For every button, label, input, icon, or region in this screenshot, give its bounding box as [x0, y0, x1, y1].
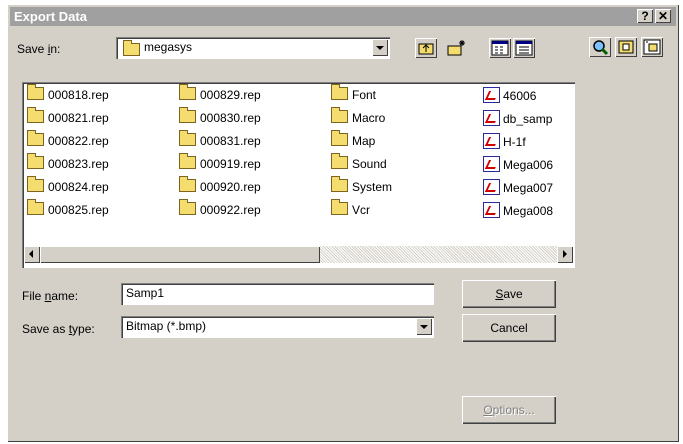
report-file-icon	[483, 202, 500, 218]
list-item[interactable]: 000922.rep	[179, 199, 261, 220]
list-view-button[interactable]	[489, 38, 511, 58]
folder-icon	[331, 130, 348, 146]
folder-icon	[331, 107, 348, 123]
list-item[interactable]: 000919.rep	[179, 153, 261, 174]
details-view-icon	[515, 40, 533, 56]
folder-icon	[27, 176, 44, 192]
report-file-icon	[483, 133, 500, 149]
scrollbar-thumb[interactable]	[40, 246, 320, 263]
list-item[interactable]: 000830.rep	[179, 107, 261, 128]
list-item[interactable]: 000818.rep	[27, 84, 109, 105]
title-bar[interactable]: Export Data ? ✕	[10, 7, 676, 26]
save-button[interactable]: Save	[462, 280, 556, 308]
save-in-combobox[interactable]: megasys	[116, 37, 390, 59]
up-one-level-button[interactable]	[415, 38, 437, 58]
list-item[interactable]: Macro	[331, 107, 385, 128]
scroll-right-arrow-icon[interactable]	[557, 246, 573, 263]
close-button[interactable]: ✕	[655, 9, 671, 23]
file-list[interactable]: 000818.rep 000821.rep 000822.rep 000823.…	[22, 82, 575, 268]
list-item[interactable]: 000831.rep	[179, 130, 261, 151]
list-item[interactable]: System	[331, 176, 392, 197]
cancel-button[interactable]: Cancel	[462, 314, 556, 342]
properties-button[interactable]	[641, 37, 663, 57]
properties-icon	[643, 39, 661, 55]
export-data-dialog: Export Data ? ✕ Save in: megasys 000818.…	[7, 4, 679, 442]
list-view-icon	[491, 40, 509, 56]
folder-icon	[179, 130, 196, 146]
folder-icon	[179, 107, 196, 123]
scroll-left-arrow-icon[interactable]	[24, 246, 40, 263]
folder-icon	[27, 153, 44, 169]
folder-icon	[179, 199, 196, 215]
report-file-icon	[483, 179, 500, 195]
folder-icon	[179, 153, 196, 169]
folder-icon	[27, 199, 44, 215]
list-item[interactable]: 000823.rep	[27, 153, 109, 174]
list-item[interactable]: 000829.rep	[179, 84, 261, 105]
chevron-down-icon[interactable]	[372, 39, 388, 56]
save-as-type-label: Save as type:	[22, 322, 95, 336]
list-item[interactable]: 000825.rep	[27, 199, 109, 220]
report-file-icon	[483, 110, 500, 126]
new-folder-icon	[447, 40, 465, 56]
list-item[interactable]: 46006	[483, 87, 536, 105]
list-item[interactable]: Mega007	[483, 179, 553, 197]
list-item[interactable]: Mega008	[483, 202, 553, 220]
list-item[interactable]: Sound	[331, 153, 387, 174]
folder-icon	[331, 199, 348, 215]
list-item[interactable]: 000821.rep	[27, 107, 109, 128]
help-button[interactable]: ?	[637, 9, 653, 23]
file-name-field[interactable]: Samp1	[121, 283, 434, 305]
folder-icon	[123, 40, 140, 56]
window-title: Export Data	[14, 9, 87, 24]
save-in-label: Save in:	[17, 42, 61, 56]
folder-icon	[331, 84, 348, 100]
horizontal-scrollbar[interactable]	[24, 246, 573, 263]
list-item[interactable]: Mega006	[483, 156, 553, 174]
report-file-icon	[483, 156, 500, 172]
create-new-folder-button[interactable]	[445, 38, 467, 58]
folder-icon	[27, 130, 44, 146]
folder-icon	[179, 176, 196, 192]
save-as-type-select[interactable]: Bitmap (*.bmp)	[121, 316, 434, 338]
save-as-type-value: Bitmap (*.bmp)	[126, 319, 207, 333]
list-item[interactable]: H-1f	[483, 133, 526, 151]
folder-icon	[179, 84, 196, 100]
preview-icon	[618, 40, 634, 54]
find-button[interactable]	[589, 37, 611, 57]
report-file-icon	[483, 87, 500, 103]
up-folder-icon	[418, 43, 434, 55]
details-view-button[interactable]	[513, 38, 535, 58]
save-in-value: megasys	[144, 40, 193, 54]
list-item[interactable]: Vcr	[331, 199, 370, 220]
preview-button[interactable]	[615, 37, 637, 57]
file-name-value: Samp1	[126, 286, 165, 300]
folder-icon	[331, 153, 348, 169]
options-button[interactable]: Options...	[462, 396, 556, 424]
list-item[interactable]: Map	[331, 130, 375, 151]
folder-icon	[331, 176, 348, 192]
magnifier-icon	[593, 40, 609, 56]
folder-icon	[27, 107, 44, 123]
list-item[interactable]: 000822.rep	[27, 130, 109, 151]
list-item[interactable]: db_samp	[483, 110, 552, 128]
chevron-down-icon[interactable]	[416, 318, 432, 335]
list-item[interactable]: Font	[331, 84, 376, 105]
list-item[interactable]: 000824.rep	[27, 176, 109, 197]
folder-icon	[27, 84, 44, 100]
file-name-label: File name:	[22, 289, 79, 303]
list-item[interactable]: 000920.rep	[179, 176, 261, 197]
